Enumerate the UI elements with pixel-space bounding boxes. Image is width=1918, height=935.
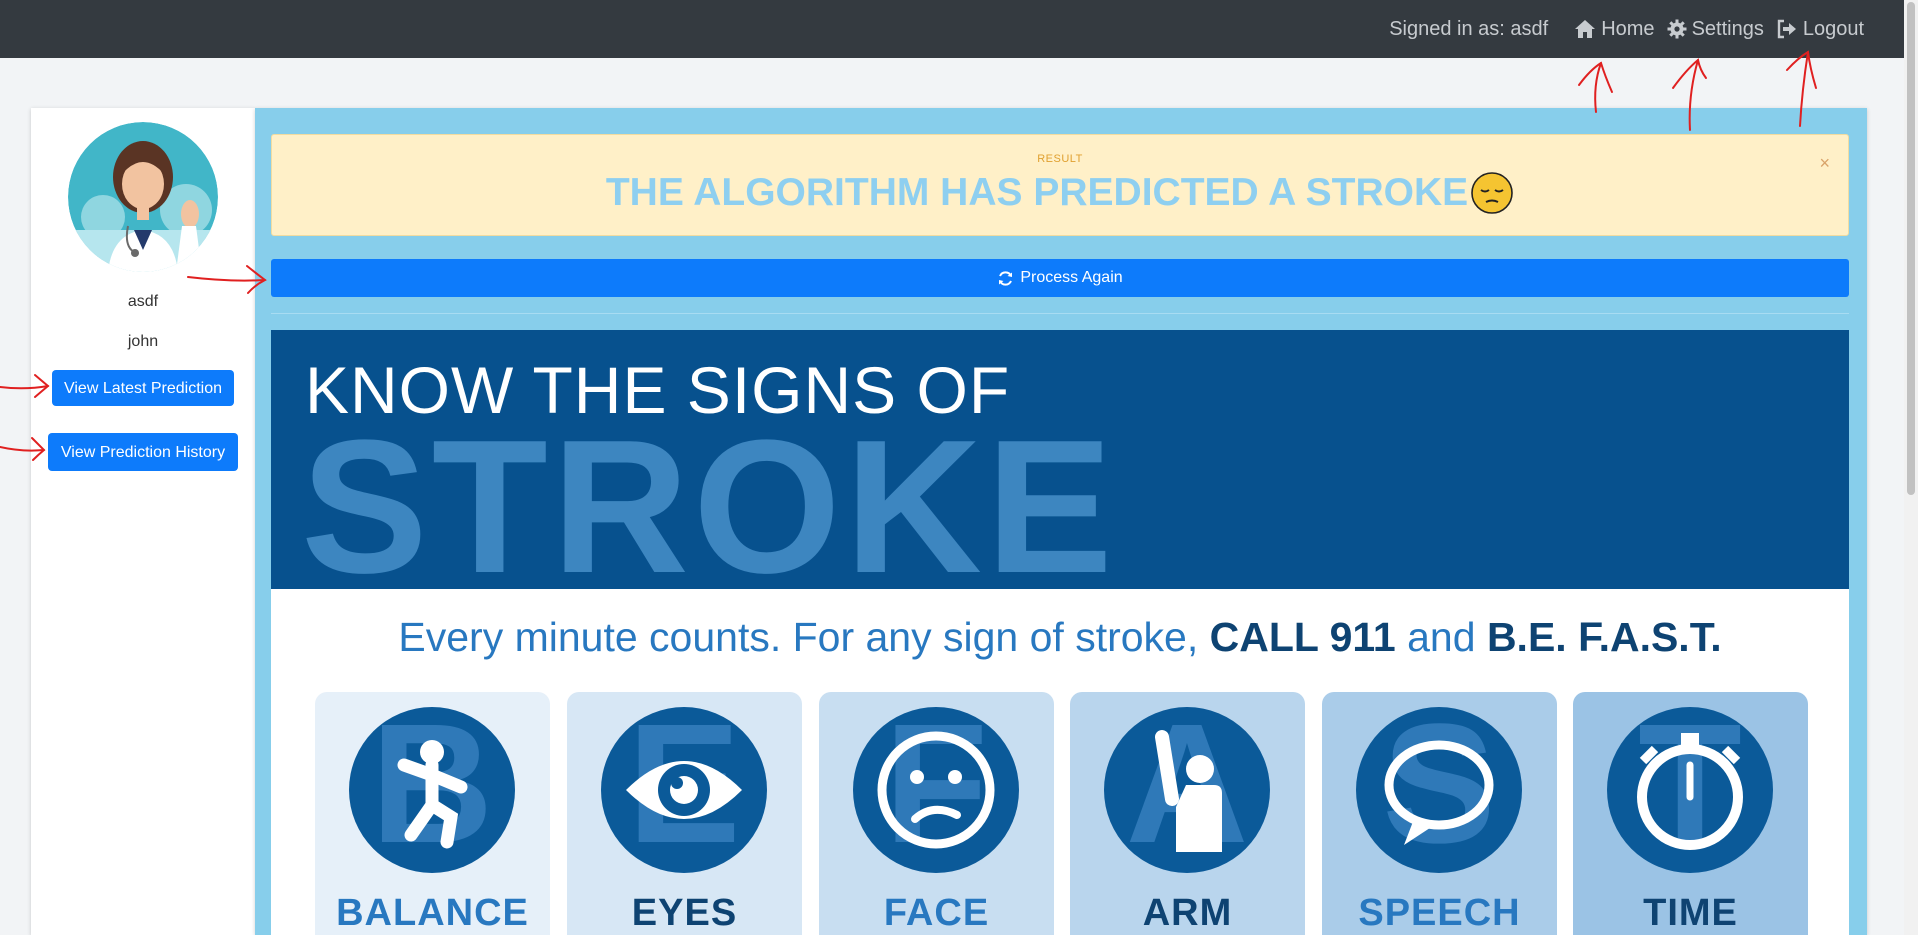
subtitle-mid: and	[1395, 614, 1487, 660]
speech-icon: S	[1356, 707, 1522, 873]
tile-label: EYES	[631, 892, 738, 934]
profile-sidebar: asdf john View Latest Prediction View Pr…	[31, 108, 255, 935]
infographic-title-line2: STROKE	[301, 401, 1117, 613]
process-again-button[interactable]: Process Again	[271, 259, 1849, 297]
nav-settings-link[interactable]: Settings	[1667, 18, 1764, 41]
top-navbar: Signed in as: asdf Home Settings Logout	[0, 0, 1918, 58]
page-scrollbar[interactable]	[1904, 0, 1918, 935]
refresh-icon	[999, 270, 1013, 286]
doctor-avatar	[68, 122, 218, 272]
eyes-icon: E	[601, 707, 767, 873]
alert-close-button[interactable]: ×	[1819, 153, 1830, 174]
profile-name: john	[127, 333, 159, 350]
scrollbar-thumb[interactable]	[1907, 2, 1915, 495]
befast-tile-eyes: E EYES	[567, 692, 802, 935]
infographic-subtitle: Every minute counts. For any sign of str…	[271, 614, 1849, 661]
time-icon: T	[1607, 707, 1773, 873]
tile-label: ARM	[1142, 892, 1233, 934]
nav-logout-label: Logout	[1802, 17, 1864, 40]
balance-icon: B	[349, 707, 515, 873]
face-icon: F	[853, 707, 1019, 873]
alert-label: RESULT	[1037, 153, 1083, 165]
process-again-label: Process Again	[1020, 269, 1123, 286]
home-icon	[1575, 20, 1596, 38]
subtitle-pre: Every minute counts. For any sign of str…	[398, 614, 1210, 660]
nav-settings-label: Settings	[1691, 17, 1764, 40]
view-prediction-history-button[interactable]: View Prediction History	[48, 433, 238, 471]
subtitle-call-911: CALL 911	[1209, 614, 1396, 660]
infographic-header: KNOW THE SIGNS OF STROKE	[271, 330, 1849, 602]
arm-icon: A	[1104, 707, 1270, 873]
tile-label: SPEECH	[1358, 892, 1521, 934]
nav-home-label: Home	[1601, 17, 1655, 40]
tile-label: FACE	[883, 892, 990, 934]
befast-tile-balance: B BALANCE	[315, 692, 550, 935]
view-latest-prediction-button[interactable]: View Latest Prediction	[52, 370, 234, 406]
nav-logout-link[interactable]: Logout	[1776, 18, 1864, 41]
tile-label: BALANCE	[336, 892, 529, 934]
divider	[271, 313, 1849, 314]
result-panel: RESULT THE ALGORITHM HAS PREDICTED A STR…	[255, 108, 1867, 935]
gear-icon	[1667, 19, 1687, 39]
profile-username: asdf	[127, 293, 159, 310]
alert-message: THE ALGORITHM HAS PREDICTED A STROKE	[272, 171, 1848, 215]
subtitle-befast: B.E. F.A.S.T.	[1486, 614, 1722, 660]
befast-tile-arm: A ARM	[1070, 692, 1305, 935]
alert-message-text: THE ALGORITHM HAS PREDICTED A STROKE	[605, 171, 1469, 214]
result-alert: RESULT THE ALGORITHM HAS PREDICTED A STR…	[271, 134, 1849, 236]
befast-tile-face: F FACE	[819, 692, 1054, 935]
befast-tile-time: T TIME	[1573, 692, 1808, 935]
pensive-emoji-icon	[1470, 171, 1514, 215]
befast-tile-speech: S SPEECH	[1322, 692, 1557, 935]
sign-out-icon	[1777, 19, 1796, 39]
tile-label: TIME	[1643, 892, 1738, 934]
signed-in-text: Signed in as: asdf	[1389, 17, 1549, 40]
stroke-signs-infographic: KNOW THE SIGNS OF STROKE Every minute co…	[271, 330, 1849, 935]
nav-home-link[interactable]: Home	[1574, 17, 1655, 41]
